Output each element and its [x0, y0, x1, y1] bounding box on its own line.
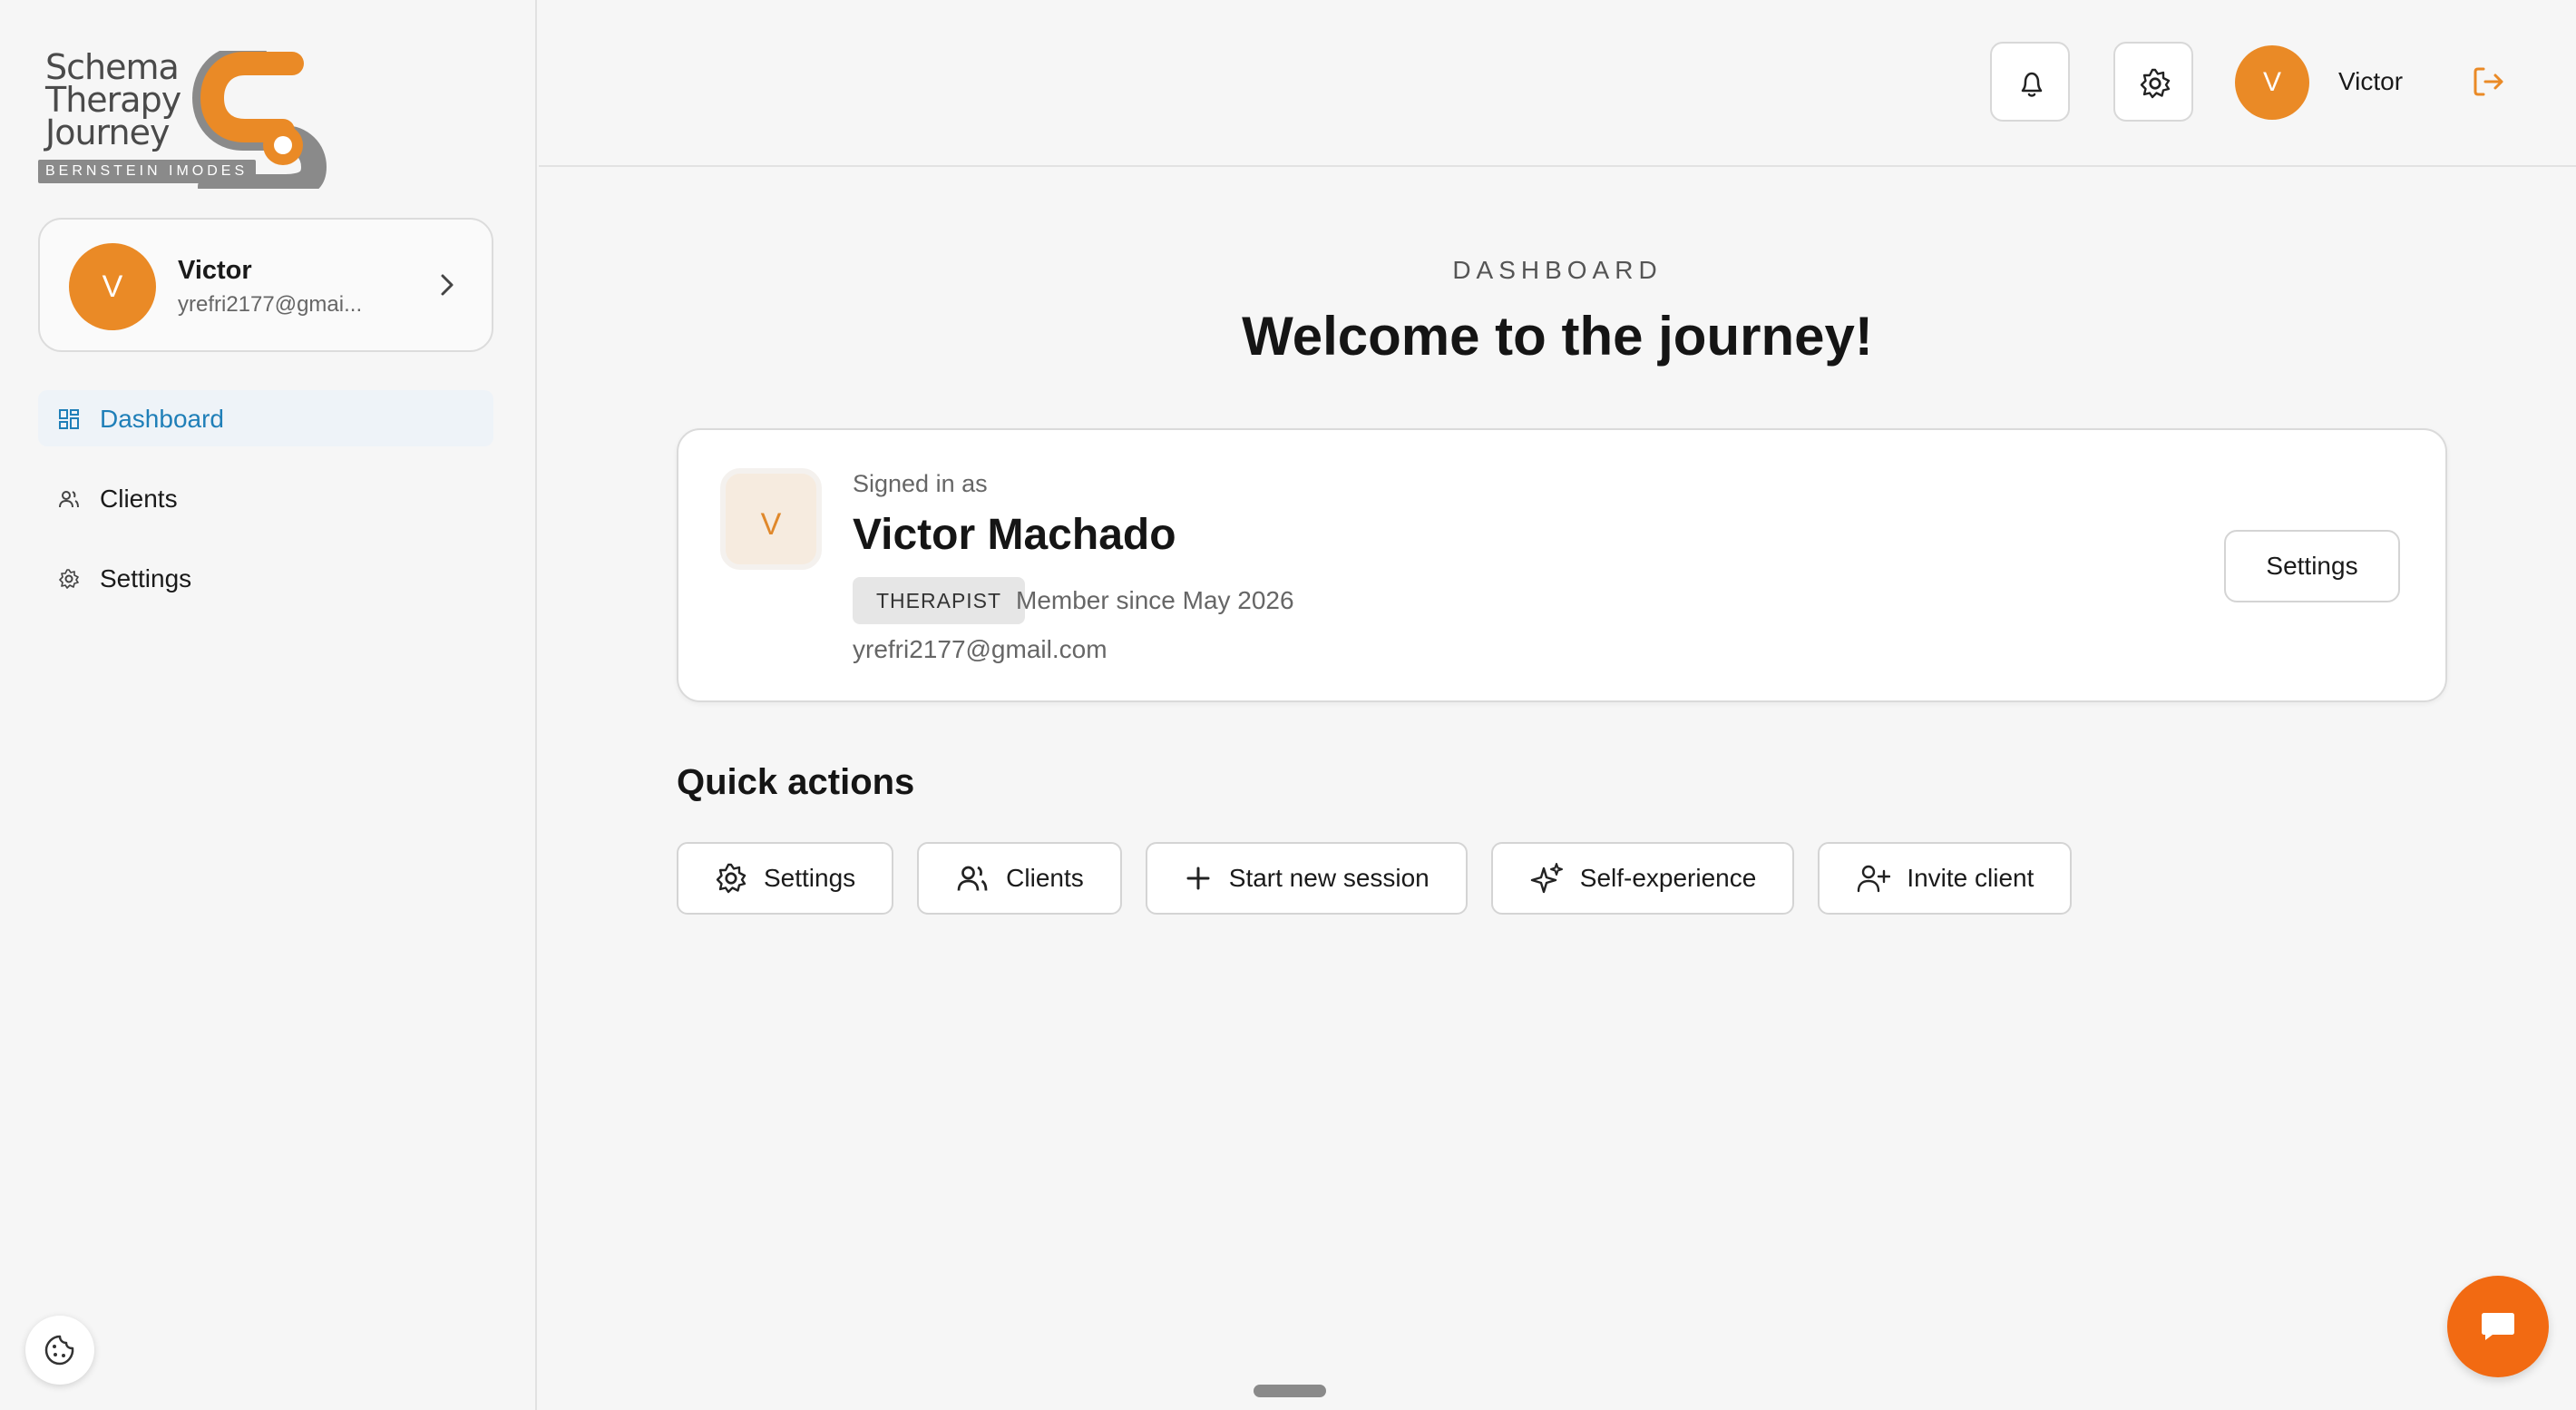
- avatar[interactable]: V: [2235, 45, 2309, 120]
- quick-action-label: Invite client: [1907, 864, 2034, 892]
- users-icon: [59, 491, 79, 508]
- plus-icon: [1186, 867, 1210, 890]
- quick-action-label: Self-experience: [1579, 864, 1757, 892]
- notifications-button[interactable]: [1990, 42, 2070, 122]
- cookie-settings-button[interactable]: [25, 1316, 94, 1385]
- settings-button[interactable]: Settings: [2224, 530, 2400, 602]
- sidebar-item-label: Clients: [100, 485, 178, 513]
- quick-action-clients-button[interactable]: Clients: [917, 842, 1122, 915]
- sidebar-item-label: Dashboard: [100, 405, 224, 433]
- sidebar-item-label: Settings: [100, 564, 192, 592]
- logo-subtitle: BERNSTEIN IMODES: [38, 160, 256, 183]
- avatar: V: [720, 468, 822, 570]
- sidebar-profile-card[interactable]: V Victor yrefri2177@gmai...: [38, 218, 493, 352]
- quick-action-self-experience-button[interactable]: Self-experience: [1490, 842, 1795, 915]
- user-plus-icon: [1858, 865, 1891, 893]
- main-content: DASHBOARD Welcome to the journey! V Sign…: [539, 169, 2576, 1410]
- page-eyebrow: DASHBOARD: [1452, 256, 1663, 284]
- sidebar: Schema Therapy Journey BERNSTEIN IMODES …: [0, 0, 537, 1410]
- logo-text: Schema Therapy Journey: [45, 47, 181, 152]
- sidebar-item-dashboard[interactable]: Dashboard: [38, 390, 493, 446]
- role-badge: THERAPIST: [853, 577, 1026, 624]
- quick-action-invite-client-button[interactable]: Invite client: [1818, 842, 2073, 915]
- dashboard-grid-icon: [59, 409, 79, 429]
- chat-button[interactable]: [2447, 1276, 2549, 1377]
- sparkles-icon: [1530, 863, 1563, 894]
- quick-action-label: Start new session: [1228, 864, 1429, 892]
- sidebar-nav: Dashboard Clients Settings: [38, 390, 493, 630]
- sidebar-item-clients[interactable]: Clients: [38, 470, 493, 526]
- quick-action-label: Clients: [1006, 864, 1084, 892]
- signed-in-label: Signed in as: [853, 470, 988, 497]
- gear-icon: [59, 569, 79, 589]
- avatar: V: [69, 243, 156, 330]
- profile-name: Victor: [178, 256, 252, 285]
- users-icon: [957, 866, 988, 891]
- profile-email: yrefri2177@gmai...: [178, 292, 363, 317]
- quick-action-start-session-button[interactable]: Start new session: [1145, 842, 1468, 915]
- quick-actions-title: Quick actions: [677, 762, 915, 802]
- user-full-name: Victor Machado: [853, 511, 1176, 559]
- chevron-right-icon: [441, 274, 454, 296]
- quick-action-settings-button[interactable]: Settings: [677, 842, 894, 915]
- header-user-name: Victor: [2338, 67, 2404, 95]
- gear-icon: [2140, 68, 2171, 99]
- app-logo[interactable]: Schema Therapy Journey BERNSTEIN IMODES: [38, 47, 332, 191]
- bell-icon: [2021, 72, 2043, 97]
- quick-actions: Settings Clients Start new session Self-…: [677, 842, 2073, 915]
- user-card: V Signed in as Victor Machado THERAPIST …: [677, 428, 2447, 702]
- settings-icon-button[interactable]: [2113, 42, 2193, 122]
- cookie-icon: [44, 1335, 74, 1366]
- top-bar: V Victor: [539, 0, 2576, 167]
- quick-action-label: Settings: [764, 864, 856, 892]
- logout-icon[interactable]: [2471, 64, 2507, 100]
- page-title: Welcome to the journey!: [1242, 306, 1873, 367]
- sidebar-item-settings[interactable]: Settings: [38, 550, 493, 606]
- chat-bubble-icon: [2482, 1313, 2514, 1340]
- member-since: Member since May 2026: [1016, 586, 1294, 614]
- home-indicator: [1254, 1385, 1326, 1397]
- gear-icon: [716, 863, 746, 894]
- user-email: yrefri2177@gmail.com: [853, 635, 1107, 663]
